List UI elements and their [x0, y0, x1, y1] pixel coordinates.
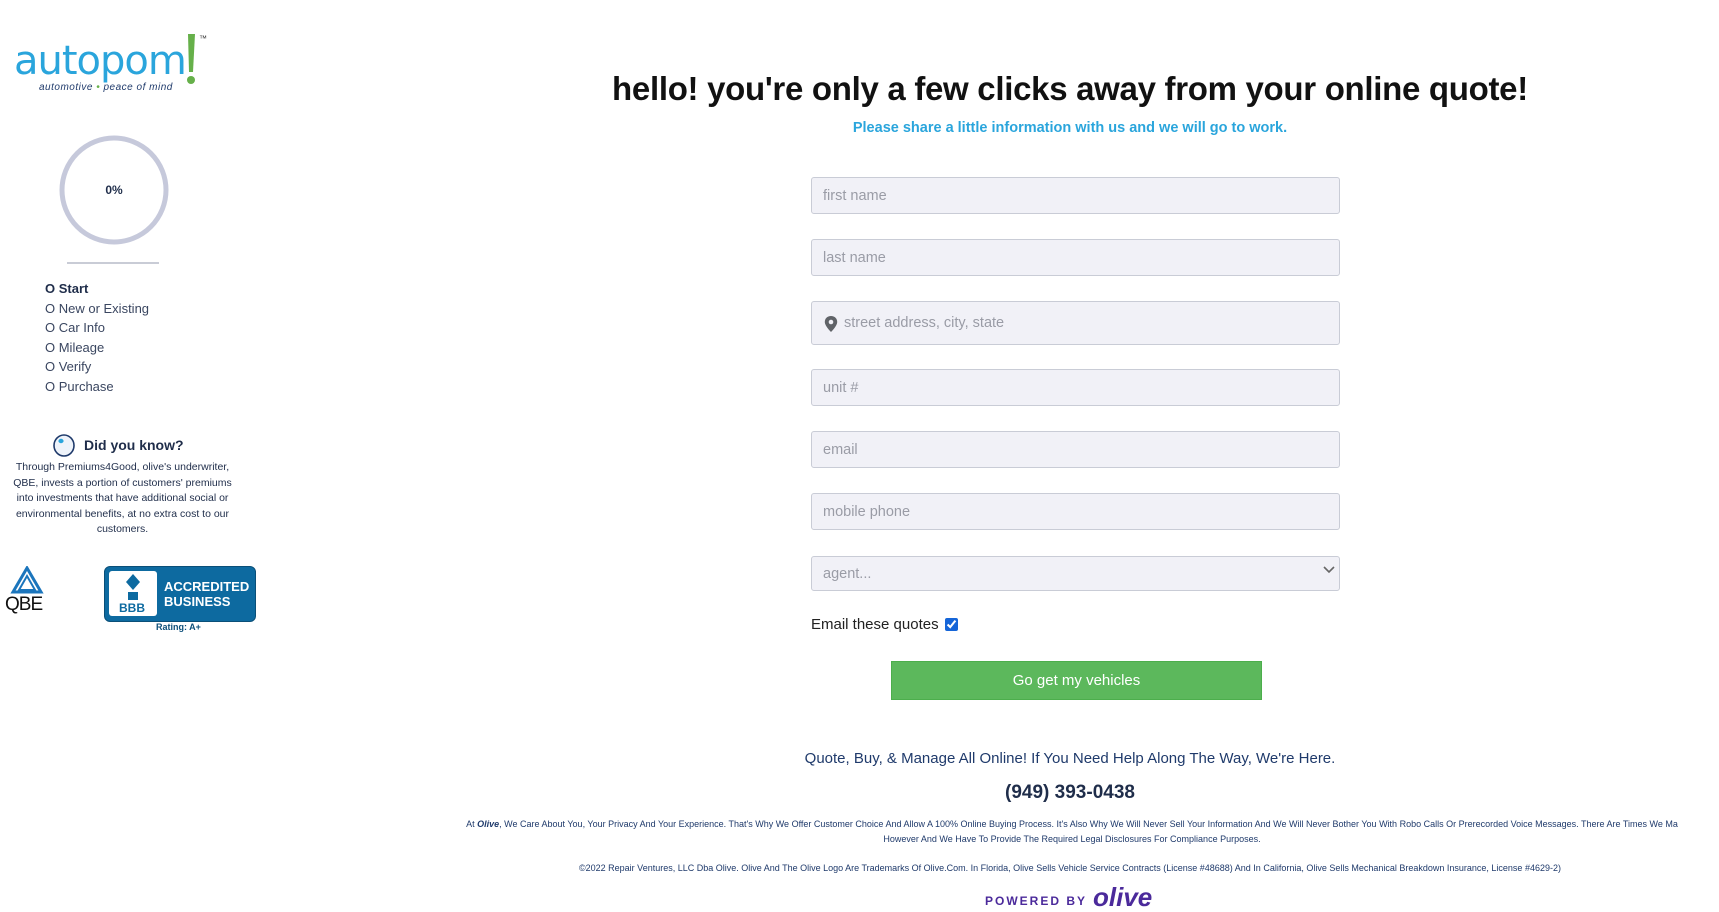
unit-number-input[interactable] [811, 369, 1340, 406]
legal-text: , We Care About You, Your Privacy And Yo… [499, 819, 1678, 829]
bbb-accredited-badge[interactable]: BBB ACCREDITED BUSINESS [104, 566, 256, 622]
step-car-info: O Car Info [45, 320, 105, 335]
did-you-know-header: Did you know? [52, 432, 184, 458]
address-input[interactable] [844, 302, 1324, 344]
email-input[interactable] [811, 431, 1340, 468]
step-list: O Start O New or Existing O Car Info O M… [45, 279, 149, 396]
did-you-know-line: Through Premiums4Good, olive's underwrit… [15, 461, 230, 473]
location-pin-icon [824, 316, 838, 332]
did-you-know-line: into investments that have additional so… [16, 492, 229, 504]
bbb-line-accredited: ACCREDITED [164, 579, 250, 594]
autopom-logo[interactable]: autopom ™ automotive • peace of mind [14, 30, 224, 100]
step-purchase: O Purchase [45, 378, 114, 394]
legal-line-2: However And We Have To Provide The Requi… [883, 834, 1261, 844]
step-mileage: O Mileage [45, 339, 105, 355]
did-you-know-text: Through Premiums4Good, olive's underwrit… [0, 460, 245, 538]
mobile-phone-input[interactable] [811, 493, 1340, 530]
agent-select[interactable]: agent... [811, 556, 1340, 591]
did-you-know-line: environmental benefits, at no extra cost… [15, 507, 230, 520]
logo-tagline-dot: • [96, 82, 101, 93]
olive-icon [53, 434, 75, 457]
page-title: hello! you're only a few clicks away fro… [612, 70, 1528, 107]
step-new-or-existing: O New or Existing [45, 300, 150, 316]
logo-tagline-b: peace of mind [103, 82, 173, 93]
bbb-rating: Rating: A+ [156, 622, 201, 632]
bbb-mark-text: BBB [119, 601, 145, 615]
go-get-vehicles-button[interactable]: Go get my vehicles [891, 661, 1262, 700]
page-subtitle: Please share a little information with u… [852, 120, 1288, 136]
sidebar-divider [67, 262, 159, 264]
powered-by-olive[interactable]: POWERED BY olive [985, 882, 1153, 912]
qbe-logo-text: QBE [5, 594, 43, 615]
progress-percent: 0% [105, 183, 123, 197]
logo-tagline-a: automotive [39, 82, 93, 93]
legal-line-1: At Olive, We Care About You, Your Privac… [372, 817, 1719, 832]
legal-brand: Olive [477, 819, 500, 829]
logo-wordmark: autopom [14, 38, 187, 84]
step-verify: O Verify [45, 359, 92, 374]
bbb-mark: BBB [109, 571, 157, 616]
email-quotes-option[interactable]: Email these quotes [811, 616, 958, 633]
bbb-accredited-text: ACCREDITED BUSINESS [164, 579, 249, 609]
email-quotes-checkbox[interactable] [944, 618, 958, 631]
powered-by-label: POWERED BY [985, 894, 1088, 908]
did-you-know-title: Did you know? [84, 437, 184, 453]
first-name-input[interactable] [811, 177, 1340, 214]
logo-trademark: ™ [199, 34, 207, 43]
logo-tagline: automotive • peace of mind [39, 82, 173, 93]
did-you-know-line: customers. [96, 523, 149, 535]
email-quotes-label: Email these quotes [811, 616, 939, 633]
olive-logo: olive [1093, 882, 1153, 912]
bbb-line-business: BUSINESS [164, 594, 231, 609]
step-start: O Start [45, 281, 89, 296]
address-field[interactable] [811, 301, 1340, 345]
support-phone[interactable]: (949) 393-0438 [385, 782, 1719, 804]
last-name-input[interactable] [811, 239, 1340, 276]
copyright: ©2022 Repair Ventures, LLC Dba Olive. Ol… [579, 863, 1561, 873]
did-you-know-line: QBE, invests a portion of customers' pre… [13, 476, 232, 489]
legal-prefix: At [466, 819, 478, 829]
legal-disclaimer: At Olive, We Care About You, Your Privac… [372, 817, 1719, 847]
help-line: Quote, Buy, & Manage All Online! If You … [804, 750, 1336, 767]
logo-exclamation-icon [187, 34, 195, 84]
